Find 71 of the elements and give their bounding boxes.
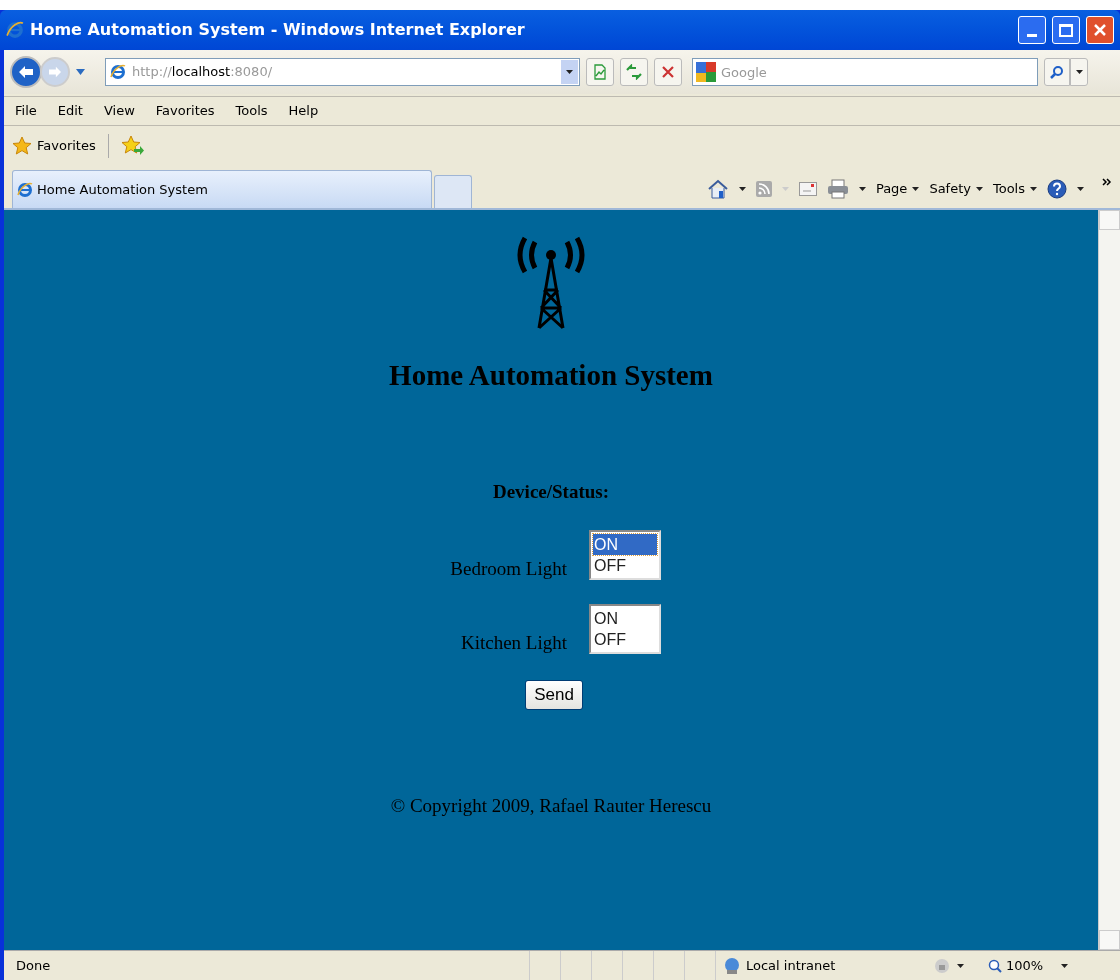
caret-icon	[1077, 187, 1084, 191]
star-icon	[12, 136, 32, 156]
status-text: Done	[15, 956, 52, 975]
e-logo-icon	[6, 21, 24, 39]
help-icon[interactable]	[1047, 179, 1067, 199]
device-label: Bedroom Light	[449, 559, 567, 580]
back-arrow-icon	[18, 65, 34, 79]
command-menu-button[interactable]: Safety	[929, 179, 983, 199]
compatibility-button[interactable]	[586, 58, 614, 86]
listbox-option[interactable]: OFF	[593, 555, 657, 576]
minimize-button[interactable]	[1018, 16, 1046, 44]
status-listbox[interactable]: ON OFF	[589, 530, 661, 580]
menu-item[interactable]: View	[103, 101, 135, 121]
back-button[interactable]	[10, 56, 42, 88]
stop-button[interactable]	[654, 58, 682, 86]
home-icon[interactable]	[706, 178, 729, 200]
browser-tab[interactable]: Home Automation System	[12, 170, 432, 208]
search-button[interactable]	[1044, 58, 1070, 86]
caret-icon	[738, 187, 746, 191]
zoom-icon	[988, 958, 1002, 973]
caret-icon	[1061, 963, 1069, 968]
e-logo-icon	[110, 64, 126, 80]
page-icon	[592, 64, 608, 80]
menu-item[interactable]: Edit	[57, 101, 83, 121]
listbox-option[interactable]: ON	[593, 534, 657, 555]
search-options-button[interactable]	[1070, 58, 1088, 86]
menu-item[interactable]: Tools	[235, 101, 268, 121]
copyright-text: © Copyright 2009, Rafael Rauter Herescu	[390, 794, 712, 818]
caret-icon	[566, 70, 573, 74]
menu-item[interactable]: Help	[288, 101, 319, 121]
menu-item[interactable]: File	[15, 101, 37, 121]
add-favorite-icon[interactable]	[120, 135, 145, 157]
e-logo-icon	[17, 181, 33, 198]
maximize-button[interactable]	[1052, 16, 1080, 44]
search-icon	[1050, 65, 1064, 79]
command-menu-button[interactable]: Tools	[992, 179, 1037, 199]
refresh-button[interactable]	[620, 58, 648, 86]
command-menu-button[interactable]: Page	[875, 179, 920, 199]
history-caret-icon[interactable]	[76, 69, 85, 75]
zoom-button[interactable]: 100%	[988, 955, 1044, 976]
g-logo-icon	[695, 61, 717, 83]
chevron-icon[interactable]	[1102, 178, 1112, 186]
feed-icon[interactable]	[755, 181, 772, 197]
status-listbox[interactable]: ON OFF	[589, 604, 661, 654]
window-title: Home Automation System - Windows Internet Explorer	[30, 19, 526, 41]
caret-icon	[975, 187, 983, 191]
caret-icon	[1030, 187, 1037, 191]
caret-icon	[957, 963, 964, 968]
print-icon[interactable]	[826, 179, 849, 199]
forward-arrow-icon	[48, 66, 62, 78]
menu-item[interactable]: Favorites	[155, 101, 215, 121]
caret-icon	[1075, 70, 1083, 74]
refresh-icon	[626, 64, 642, 80]
listbox-option[interactable]: OFF	[593, 629, 657, 650]
zone-indicator: Local intranet	[715, 951, 925, 980]
scrollbar[interactable]	[1098, 210, 1120, 950]
caret-icon	[912, 187, 920, 191]
page-title: Home Automation System	[389, 358, 713, 393]
section-heading: Device/Status:	[492, 479, 610, 504]
listbox-option[interactable]: ON	[593, 608, 657, 629]
close-icon	[1093, 23, 1107, 37]
device-label: Kitchen Light	[459, 633, 567, 654]
address-field[interactable]: http://localhost:8080/	[105, 58, 580, 86]
close-button[interactable]	[1086, 16, 1114, 44]
caret-icon	[781, 187, 789, 191]
favorites-button[interactable]: Favorites	[12, 136, 96, 156]
caret-icon	[858, 187, 866, 191]
stop-icon	[661, 65, 675, 79]
search-field[interactable]: Google	[692, 58, 1038, 86]
mail-icon[interactable]	[798, 182, 817, 196]
send-button[interactable]: Send	[525, 680, 583, 710]
